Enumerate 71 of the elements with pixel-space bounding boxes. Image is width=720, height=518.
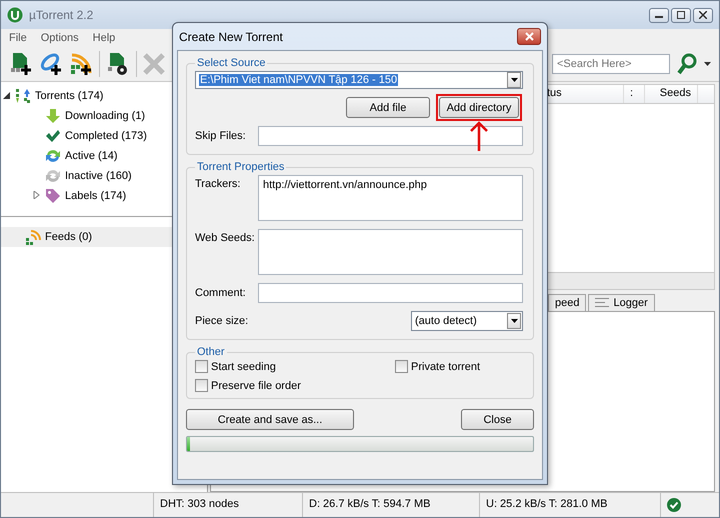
trackers-field[interactable]: http://viettorrent.vn/announce.php xyxy=(258,175,523,221)
tree-label: Labels (174) xyxy=(65,190,126,202)
feed-icon xyxy=(25,229,41,245)
option-checkbox[interactable]: Preserve file order xyxy=(195,379,395,392)
arrow-annotation xyxy=(469,121,489,151)
web-seeds-field[interactable] xyxy=(258,229,523,275)
check-icon xyxy=(667,498,681,512)
column-header[interactable]: Seeds xyxy=(644,85,697,103)
group-title: Other xyxy=(196,346,226,358)
tree-label: Torrents (174) xyxy=(35,90,104,102)
status-text: DHT: 303 nodes xyxy=(153,493,302,517)
field-label: Trackers: xyxy=(195,177,242,190)
piece-size-dropdown[interactable]: (auto detect) xyxy=(411,311,523,331)
status-text: U: 25.2 kB/s T: 281.0 MB xyxy=(479,493,660,517)
tree-item[interactable]: Torrents (174) xyxy=(1,86,207,106)
file-gear-icon[interactable] xyxy=(106,52,130,76)
tree-item[interactable]: Downloading (1) xyxy=(1,106,207,126)
comment-field[interactable] xyxy=(258,283,523,303)
refresh-icon xyxy=(45,168,61,184)
menu-item[interactable]: File xyxy=(9,32,27,44)
app-logo-icon xyxy=(7,7,23,23)
lines-icon xyxy=(595,297,610,309)
dropdown-arrow-icon xyxy=(510,319,518,323)
create-button[interactable]: Create and save as... xyxy=(186,409,354,430)
arrows-icon xyxy=(15,88,31,104)
menu-item[interactable]: Options xyxy=(40,32,79,44)
tree-label: Active (14) xyxy=(65,150,118,162)
refresh-icon xyxy=(45,148,61,164)
close-button[interactable] xyxy=(517,28,541,45)
window-title: µTorrent 2.2 xyxy=(29,8,94,22)
checkbox[interactable] xyxy=(195,379,208,392)
add-file-icon[interactable] xyxy=(9,52,33,76)
group-title: Torrent Properties xyxy=(196,161,286,173)
group-title: Select Source xyxy=(196,57,266,69)
close-icon xyxy=(699,11,707,19)
search-icon[interactable] xyxy=(676,52,698,76)
tag-icon xyxy=(45,188,61,204)
tab[interactable]: peed xyxy=(548,294,586,311)
down-arrow-icon xyxy=(45,108,61,124)
dropdown-arrow-icon xyxy=(510,78,518,82)
tree-label: Completed (173) xyxy=(65,130,147,142)
maximize-button[interactable] xyxy=(671,8,691,22)
close-button[interactable] xyxy=(693,8,713,22)
status-text: D: 26.7 kB/s T: 594.7 MB xyxy=(302,493,479,517)
add-link-icon[interactable] xyxy=(39,52,63,76)
tree-label: Downloading (1) xyxy=(65,110,146,122)
option-checkbox[interactable]: Start seeding xyxy=(195,360,395,373)
tree-label: Inactive (160) xyxy=(65,170,132,182)
option-checkbox[interactable]: Private torrent xyxy=(395,360,523,373)
source-path-dropdown[interactable]: E:\Phim Viet nam\NPVVN Tập 126 - 150 xyxy=(195,71,523,89)
close-dialog-button[interactable]: Close xyxy=(461,409,534,430)
field-label: Comment: xyxy=(195,287,247,299)
dialog-title: Create New Torrent xyxy=(179,30,283,44)
maximize-icon xyxy=(677,11,685,19)
close-icon xyxy=(524,32,534,41)
search-field[interactable]: <Search Here> xyxy=(552,54,670,74)
add-directory-button[interactable]: Add directory xyxy=(439,97,519,118)
add-file-button[interactable]: Add file xyxy=(346,97,430,118)
field-label: Piece size: xyxy=(195,315,250,327)
menu-item[interactable]: Help xyxy=(92,32,116,44)
add-feed-icon[interactable] xyxy=(69,52,93,76)
dropdown-arrow-icon[interactable] xyxy=(704,62,711,66)
expander-icon[interactable] xyxy=(3,92,11,100)
tab[interactable]: Logger xyxy=(588,294,655,311)
checkbox[interactable] xyxy=(395,360,408,373)
field-label: Skip Files: xyxy=(195,130,247,142)
column-header[interactable]: : xyxy=(623,85,644,103)
minimize-button[interactable] xyxy=(649,8,669,22)
checkmark-icon xyxy=(45,128,61,144)
skip-files-field[interactable] xyxy=(258,126,523,146)
checkbox[interactable] xyxy=(195,360,208,373)
